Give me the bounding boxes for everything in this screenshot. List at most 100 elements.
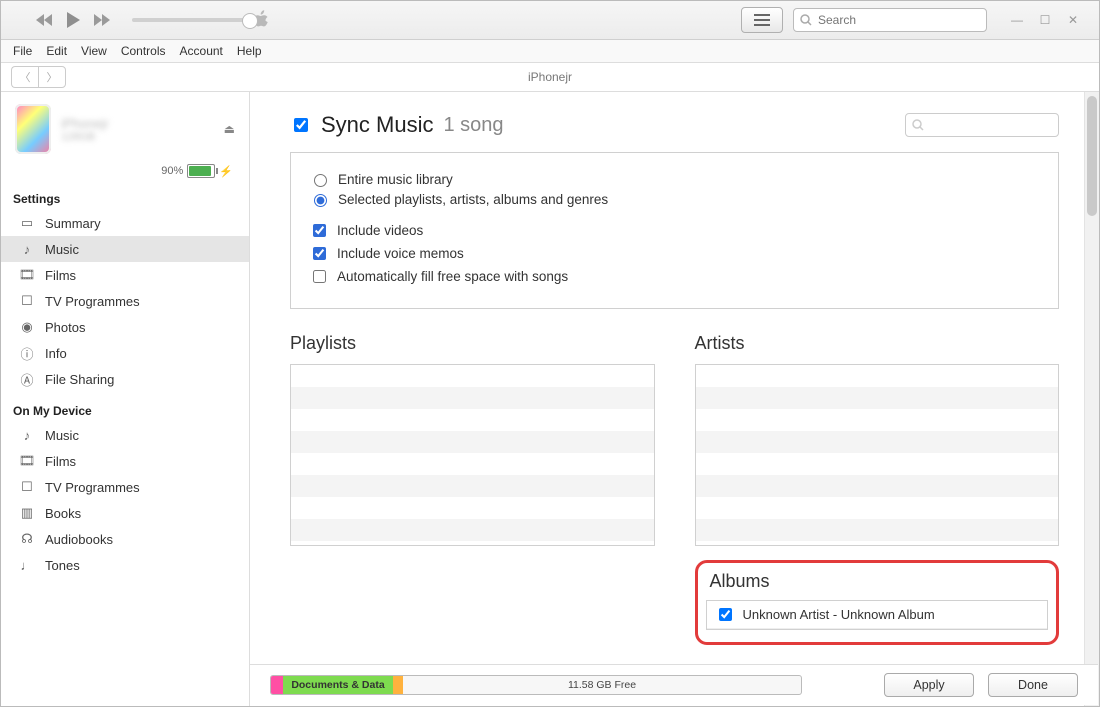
artists-column: Artists Albums Unknown Artist - Unknown … [695,333,1060,645]
music-icon: ♪ [19,427,35,443]
sync-music-checkbox[interactable] [294,118,308,132]
search-field[interactable] [793,8,987,32]
page-title: iPhonejr [1,70,1099,84]
sidebar-device-audiobooks[interactable]: ☊ Audiobooks [1,526,249,552]
footer-bar: Documents & Data 11.58 GB Free Apply Don… [250,664,1098,705]
sidebar-item-label: TV Programmes [45,480,140,495]
sidebar-device-tv[interactable]: ☐ TV Programmes [1,474,249,500]
capacity-seg-other [271,676,283,694]
maximize-button[interactable]: ☐ [1031,10,1059,30]
eject-icon[interactable]: ⏏ [224,122,235,136]
menu-edit[interactable]: Edit [46,44,67,58]
itunes-window: — ☐ ✕ File Edit View Controls Account He… [0,0,1100,707]
album-checkbox[interactable] [719,608,732,621]
sidebar-item-label: Films [45,268,76,283]
tv-icon: ☐ [19,479,35,495]
prev-track-icon[interactable] [34,13,54,27]
sidebar-device-music[interactable]: ♪ Music [1,422,249,448]
radio-entire[interactable] [314,174,327,187]
device-header: iPhonejr 128GB ⏏ [1,98,249,164]
checkbox-autofill[interactable] [313,270,326,283]
scrollbar[interactable] [1084,92,1099,706]
done-button[interactable]: Done [988,673,1078,697]
search-input[interactable] [816,12,980,28]
sidebar-item-label: Films [45,454,76,469]
sidebar-item-label: File Sharing [45,372,114,387]
device-model: 128GB [61,131,109,143]
menu-file[interactable]: File [13,44,32,58]
minimize-button[interactable]: — [1003,10,1031,30]
albums-listbox[interactable]: Unknown Artist - Unknown Album [706,600,1049,630]
content-area: Sync Music 1 song Entire music library S… [250,92,1099,706]
opt-autofill[interactable]: Automatically fill free space with songs [309,267,1040,286]
albums-heading: Albums [710,571,1049,592]
radio-selected[interactable] [314,194,327,207]
album-row[interactable]: Unknown Artist - Unknown Album [707,601,1048,629]
apple-logo-icon [252,10,741,30]
album-label: Unknown Artist - Unknown Album [743,607,935,622]
playlists-heading: Playlists [290,333,655,354]
opt-label: Include voice memos [337,246,464,261]
albums-section-highlight: Albums Unknown Artist - Unknown Album [695,560,1060,645]
volume-thumb[interactable] [242,13,258,29]
content-search-field[interactable] [905,113,1059,137]
menu-account[interactable]: Account [180,44,223,58]
checkbox-videos[interactable] [313,224,326,237]
capacity-seg-misc [393,676,403,694]
info-icon: ⓘ [19,345,35,361]
sidebar-item-music[interactable]: ♪ Music [1,236,249,262]
sidebar-item-films[interactable]: 🎞 Films [1,262,249,288]
sidebar-section-settings: Settings [1,188,249,210]
charging-icon: ⚡ [219,165,233,178]
playlists-column: Playlists [290,333,655,645]
play-icon[interactable] [64,11,82,29]
sidebar-item-filesharing[interactable]: Ⓐ File Sharing [1,366,249,392]
capacity-bar: Documents & Data 11.58 GB Free [270,675,802,695]
lists-grid: Playlists Artists Albums [290,333,1059,645]
films-icon: 🎞 [19,453,35,469]
capacity-free-label: 11.58 GB Free [403,676,801,694]
sidebar-item-label: Summary [45,216,101,231]
volume-slider[interactable] [132,18,252,22]
capacity-seg-documents: Documents & Data [283,676,393,694]
titlebar: — ☐ ✕ [1,1,1099,40]
sidebar-item-label: Music [45,242,79,257]
checkbox-memos[interactable] [313,247,326,260]
sidebar-section-device: On My Device [1,400,249,422]
close-button[interactable]: ✕ [1059,10,1087,30]
apply-button[interactable]: Apply [884,673,974,697]
sidebar-device-tones[interactable]: ♩ Tones [1,552,249,578]
sidebar-item-summary[interactable]: ▭ Summary [1,210,249,236]
battery-row: 90% ⚡ [1,164,249,188]
sidebar-device-books[interactable]: ▥ Books [1,500,249,526]
menu-help[interactable]: Help [237,44,262,58]
sidebar-item-tv[interactable]: ☐ TV Programmes [1,288,249,314]
sidebar-item-photos[interactable]: ◉ Photos [1,314,249,340]
opt-label: Entire music library [338,172,453,187]
scrollbar-thumb[interactable] [1087,96,1097,216]
next-track-icon[interactable] [92,13,112,27]
sidebar-item-label: TV Programmes [45,294,140,309]
menu-view[interactable]: View [81,44,107,58]
battery-icon [187,164,215,178]
opt-selected[interactable]: Selected playlists, artists, albums and … [309,191,1040,207]
books-icon: ▥ [19,505,35,521]
artists-listbox[interactable] [695,364,1060,546]
opt-include-memos[interactable]: Include voice memos [309,244,1040,263]
player-controls [34,11,252,29]
opt-entire-library[interactable]: Entire music library [309,171,1040,187]
filesharing-icon: Ⓐ [19,371,35,387]
window-controls: — ☐ ✕ [1003,10,1087,30]
breadcrumb-bar: 〈 〉 iPhonejr [1,63,1099,92]
opt-include-videos[interactable]: Include videos [309,221,1040,240]
sidebar-item-info[interactable]: ⓘ Info [1,340,249,366]
sidebar-item-label: Info [45,346,67,361]
sidebar-device-films[interactable]: 🎞 Films [1,448,249,474]
playlists-listbox[interactable] [290,364,655,546]
list-view-button[interactable] [741,7,783,33]
opt-label: Selected playlists, artists, albums and … [338,192,608,207]
right-tools: — ☐ ✕ [741,7,1087,33]
menu-controls[interactable]: Controls [121,44,166,58]
sidebar-item-label: Photos [45,320,85,335]
battery-percent: 90% [161,165,183,177]
